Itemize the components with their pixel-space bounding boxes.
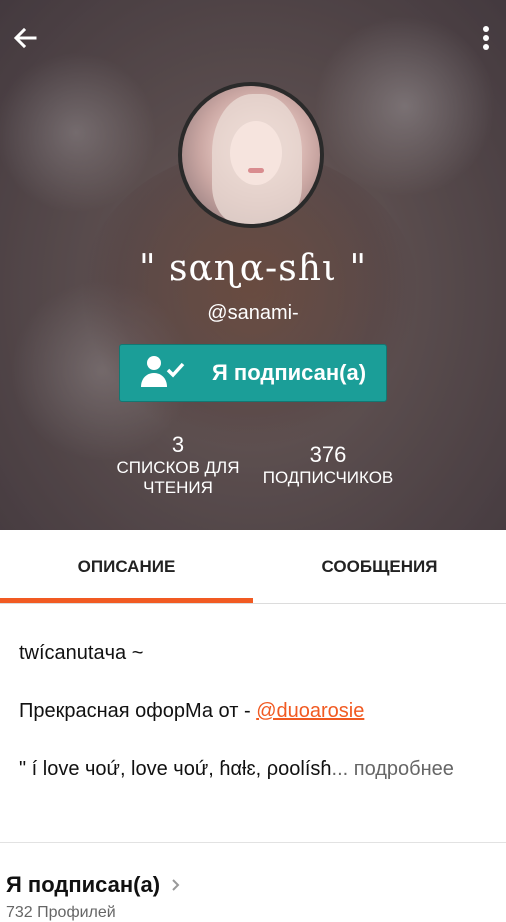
following-section-title: Я подписан(а) [6,872,161,897]
profile-description: twícanutaчa ~ Прекрасная офорМа от - @du… [19,642,494,816]
followers-count: 376 [309,442,347,467]
profile-header: " ꜱαɳα-ꜱɦι " @sanami- Я подписан(а) 3 СП… [0,0,506,530]
more-options-icon[interactable] [466,18,506,58]
tab-messages[interactable]: СООБЩЕНИЯ [253,531,506,603]
description-line: " í love чoứ, love чoứ, ɦαƚɛ, ρoolíѕɦ...… [19,758,454,780]
chevron-right-icon [172,879,180,891]
active-tab-indicator [0,598,253,603]
reading-lists-stat[interactable]: 3 СПИСКОВ ДЛЯ ЧТЕНИЯ [110,432,246,498]
read-more-link[interactable]: ... подробнее [332,758,454,780]
reading-lists-count: 3 [171,432,185,457]
reading-lists-label: СПИСКОВ ДЛЯ ЧТЕНИЯ [116,458,240,497]
user-check-icon [140,354,186,393]
profile-name: " ꜱαɳα-ꜱɦι " [138,248,368,289]
divider [0,842,506,843]
followers-label: ПОДПИСЧИКОВ [262,468,394,487]
following-section[interactable]: Я подписан(а) 732 Профилей [6,872,182,922]
tab-description[interactable]: ОПИСАНИЕ [0,531,253,603]
profile-handle: @sanami- [207,302,299,324]
description-line: twícanutaчa ~ [19,642,144,664]
description-line: Прекрасная офорМа от - @duoarosie [19,700,365,722]
following-section-count: 732 Профилей [6,904,116,921]
followers-stat[interactable]: 376 ПОДПИСЧИКОВ [256,442,400,488]
avatar[interactable] [178,82,324,228]
mention-link[interactable]: @duoarosie [256,700,364,722]
profile-tabs: ОПИСАНИЕ СООБЩЕНИЯ [0,531,506,604]
back-arrow-icon[interactable] [5,18,45,58]
following-button-label: Я подписан(а) [212,360,367,385]
following-button[interactable]: Я подписан(а) [119,344,387,402]
